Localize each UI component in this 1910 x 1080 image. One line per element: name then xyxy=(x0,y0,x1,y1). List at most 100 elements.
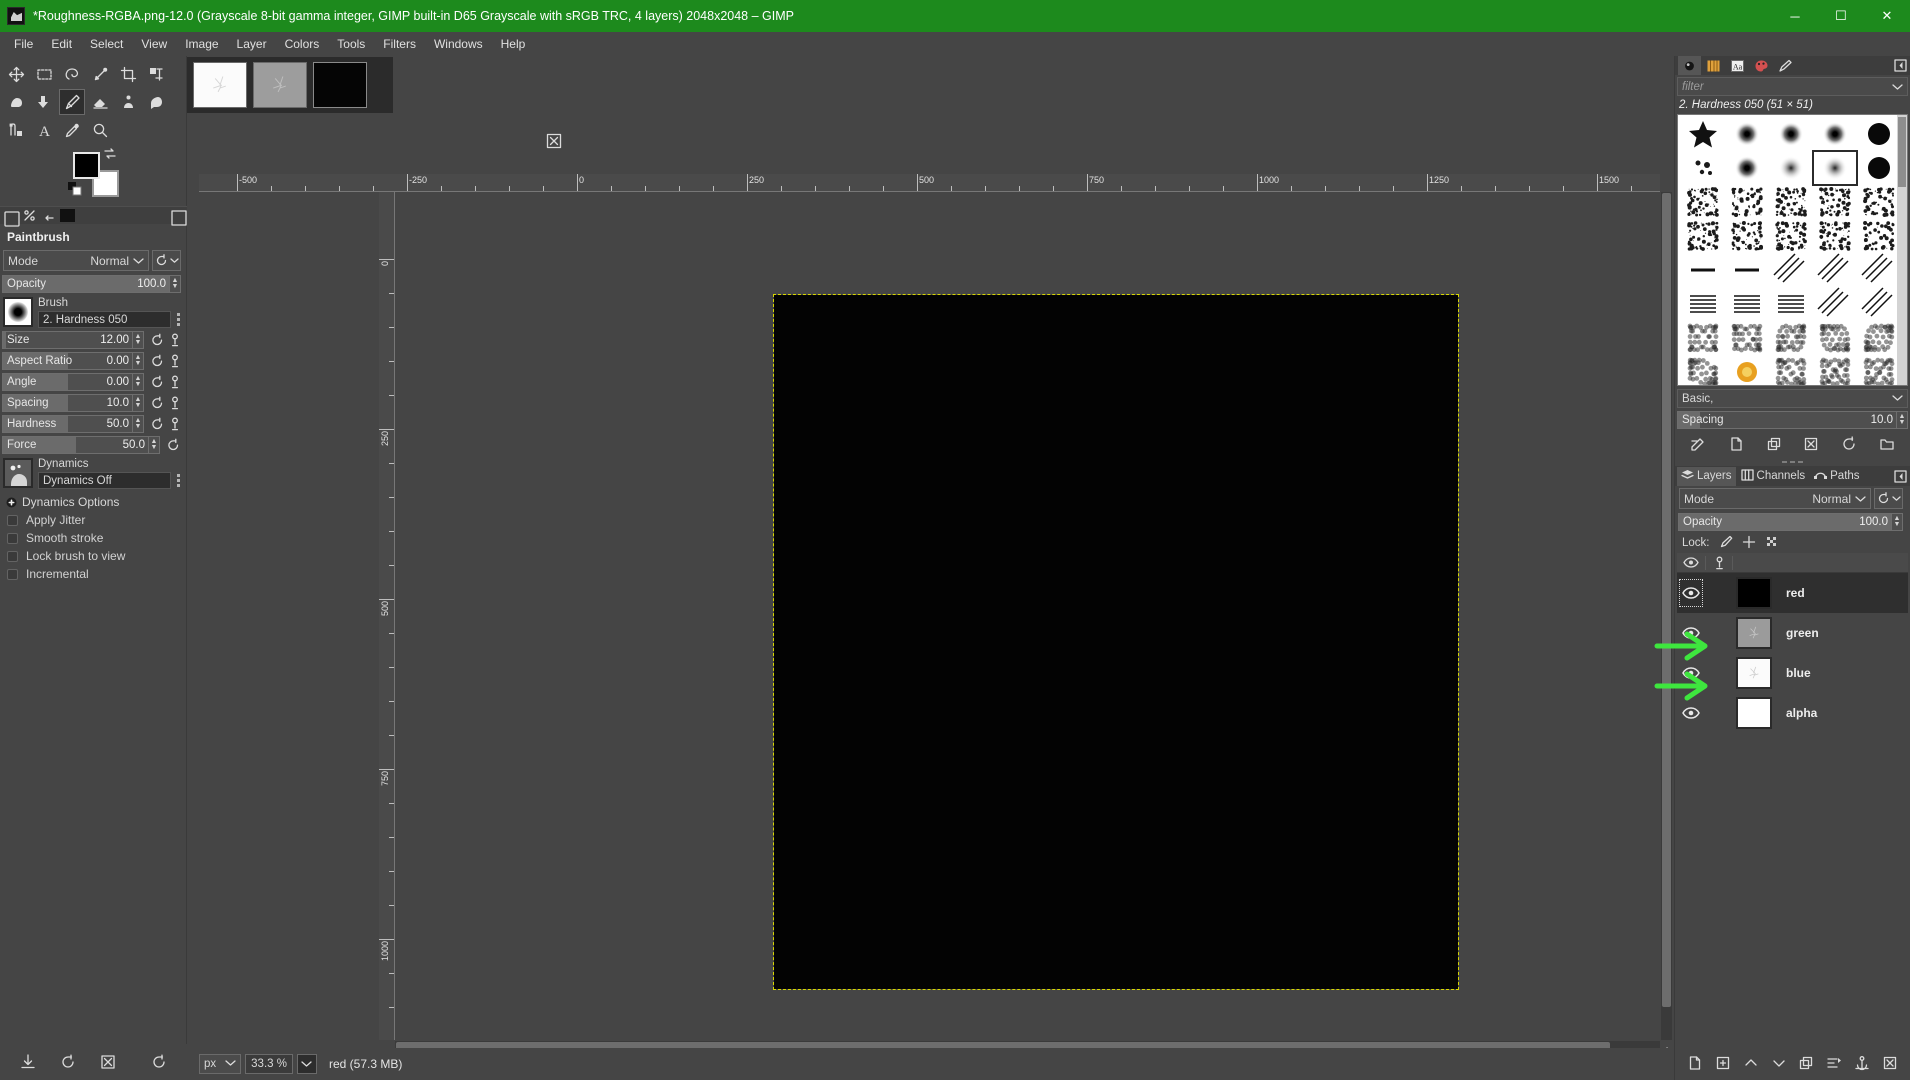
layer-mode-select[interactable]: Mode Normal xyxy=(1679,488,1871,509)
patterns-tab[interactable] xyxy=(1702,56,1725,75)
brush-grid[interactable] xyxy=(1677,114,1908,386)
refresh-brushes-button[interactable] xyxy=(1830,433,1868,456)
smooth-stroke-row[interactable]: Smooth stroke xyxy=(7,531,186,545)
lock-alpha-toggle[interactable] xyxy=(1765,535,1779,552)
active-gradient-preview[interactable] xyxy=(60,209,75,222)
hardness-slider[interactable]: Hardness 50.0 xyxy=(2,415,133,433)
brush-grid-cell[interactable] xyxy=(1681,253,1725,287)
dock-resize-grip[interactable] xyxy=(1675,457,1910,466)
image-thumbnail-2[interactable] xyxy=(253,62,307,108)
lock-position-toggle[interactable] xyxy=(1742,535,1756,552)
menu-filters[interactable]: Filters xyxy=(375,34,424,54)
dynamics-menu-icon[interactable] xyxy=(174,458,183,487)
brush-grid-cell[interactable] xyxy=(1769,321,1813,355)
close-view-icon[interactable] xyxy=(545,132,563,150)
brush-grid-cell[interactable] xyxy=(1769,355,1813,386)
brush-grid-cell[interactable] xyxy=(1813,219,1857,253)
force-reset-icon[interactable] xyxy=(164,436,181,453)
zoom-input[interactable]: 33.3 % xyxy=(245,1054,293,1074)
vertical-scroll-thumb[interactable] xyxy=(1662,193,1671,1007)
layer-opacity-row[interactable]: Opacity 100.0 ▲▼ xyxy=(1678,512,1903,531)
brush-grid-cell[interactable] xyxy=(1813,321,1857,355)
aspect-ratio-reset-icon[interactable] xyxy=(148,352,165,369)
minimize-button[interactable]: ─ xyxy=(1772,0,1818,32)
angle-slider-row[interactable]: Angle 0.00 ▲▼ xyxy=(2,372,181,391)
chevron-down-icon[interactable] xyxy=(1892,80,1903,94)
brush-grid-cell[interactable] xyxy=(1857,185,1901,219)
palettes-tab[interactable] xyxy=(1750,56,1773,75)
menu-image[interactable]: Image xyxy=(177,34,226,54)
new-layer-group-button[interactable] xyxy=(1709,1051,1737,1075)
opacity-stepper[interactable]: ▲▼ xyxy=(170,275,181,293)
restore-tool-options-button[interactable] xyxy=(48,1049,88,1075)
menu-view[interactable]: View xyxy=(133,34,175,54)
bucket-fill-tool[interactable] xyxy=(31,89,57,115)
dynamics-preview[interactable] xyxy=(3,458,33,488)
brushes-tab[interactable] xyxy=(1678,56,1701,75)
eraser-tool[interactable] xyxy=(87,89,113,115)
image-thumbnail-3-active[interactable] xyxy=(313,62,367,108)
foreground-color-swatch[interactable] xyxy=(73,152,100,179)
brush-grid-cell[interactable] xyxy=(1725,185,1769,219)
menu-edit[interactable]: Edit xyxy=(43,34,80,54)
brush-grid-cell[interactable] xyxy=(1813,287,1857,321)
aspect-ratio-slider-row[interactable]: Aspect Ratio 0.00 ▲▼ xyxy=(2,351,181,370)
brush-grid-cell[interactable] xyxy=(1725,151,1769,185)
spacing-stepper[interactable]: ▲▼ xyxy=(133,394,144,412)
brush-grid-cell[interactable] xyxy=(1681,185,1725,219)
brush-filter-input[interactable]: filter xyxy=(1682,81,1704,93)
brush-grid-cell[interactable] xyxy=(1813,117,1857,151)
angle-stepper[interactable]: ▲▼ xyxy=(133,373,144,391)
brush-grid-cell[interactable] xyxy=(1725,253,1769,287)
move-tool[interactable] xyxy=(3,61,29,87)
brush-grid-cell[interactable] xyxy=(1725,355,1769,386)
brush-dock-menu-icon[interactable] xyxy=(1894,59,1907,72)
brush-grid-cell[interactable] xyxy=(1857,219,1901,253)
menu-windows[interactable]: Windows xyxy=(426,34,491,54)
brush-name-field[interactable]: 2. Hardness 050 xyxy=(38,311,171,328)
size-reset-icon[interactable] xyxy=(148,331,165,348)
new-brush-button[interactable] xyxy=(1717,433,1755,456)
default-colors-icon[interactable] xyxy=(68,182,84,198)
tab-layers[interactable]: Layers xyxy=(1677,467,1736,486)
brush-grid-cell[interactable] xyxy=(1857,321,1901,355)
size-dynamics-icon[interactable] xyxy=(168,331,181,348)
layers-dock-menu-icon[interactable] xyxy=(1894,470,1907,483)
image-thumbnail-1[interactable] xyxy=(193,62,247,108)
menu-help[interactable]: Help xyxy=(493,34,534,54)
brush-grid-cell[interactable] xyxy=(1681,355,1725,386)
brush-grid-cell[interactable] xyxy=(1857,287,1901,321)
size-slider[interactable]: Size 12.00 xyxy=(2,331,133,349)
brush-preview[interactable] xyxy=(3,297,33,327)
menu-select[interactable]: Select xyxy=(82,34,131,54)
brush-grid-cell[interactable] xyxy=(1769,185,1813,219)
force-stepper[interactable]: ▲▼ xyxy=(149,436,160,454)
layer-mode-reset-button[interactable] xyxy=(1874,488,1903,509)
brush-grid-cell[interactable] xyxy=(1681,287,1725,321)
size-slider-row[interactable]: Size 12.00 ▲▼ xyxy=(2,330,181,349)
menu-colors[interactable]: Colors xyxy=(277,34,328,54)
pattern-indicator-icon[interactable] xyxy=(22,209,36,223)
zoom-dropdown-button[interactable] xyxy=(297,1054,317,1074)
free-select-tool[interactable] xyxy=(59,61,85,87)
brush-spacing-slider[interactable]: Spacing 10.0 xyxy=(1677,411,1897,429)
lower-layer-button[interactable] xyxy=(1765,1051,1793,1075)
brush-grid-cell[interactable] xyxy=(1769,287,1813,321)
brush-grid-cell[interactable] xyxy=(1769,117,1813,151)
hardness-dynamics-icon[interactable] xyxy=(168,415,181,432)
apply-jitter-row[interactable]: Apply Jitter xyxy=(7,513,186,527)
brush-grid-cell[interactable] xyxy=(1681,219,1725,253)
edit-brush-button[interactable] xyxy=(1679,433,1717,456)
smooth-stroke-checkbox[interactable] xyxy=(7,533,18,544)
delete-brush-button[interactable] xyxy=(1792,433,1830,456)
tab-paths[interactable]: Paths xyxy=(1810,467,1863,486)
hardness-slider-row[interactable]: Hardness 50.0 ▲▼ xyxy=(2,414,181,433)
merge-down-button[interactable] xyxy=(1820,1051,1848,1075)
maximize-button[interactable]: ☐ xyxy=(1818,0,1864,32)
brush-grid-cell[interactable] xyxy=(1813,355,1857,386)
layer-visibility-toggle-green[interactable] xyxy=(1677,627,1705,639)
anchor-layer-button[interactable] xyxy=(1848,1051,1876,1075)
spacing-dynamics-icon[interactable] xyxy=(168,394,181,411)
brush-grid-cell[interactable] xyxy=(1725,117,1769,151)
path-tool[interactable] xyxy=(3,117,29,143)
